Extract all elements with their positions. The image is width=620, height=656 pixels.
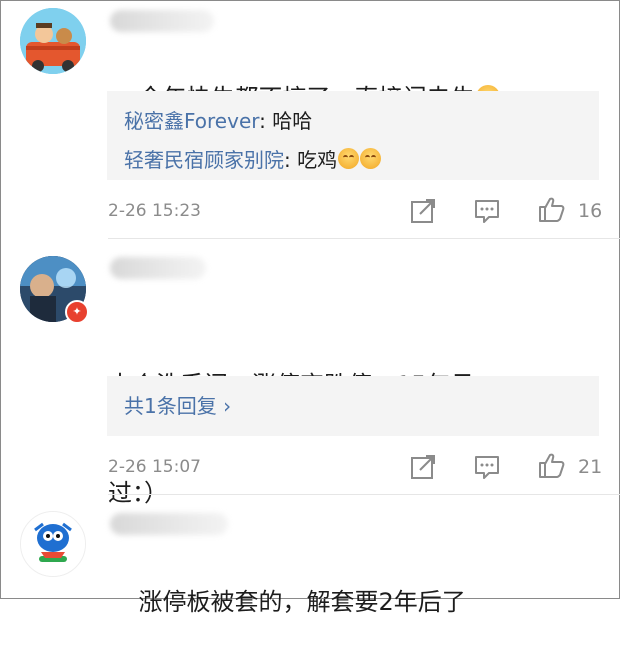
comment-text: 去个洗手间，涨停变跌停，15年见 过：） (108, 371, 475, 507)
timestamp: 2-26 15:07 (108, 457, 201, 477)
verified-badge-icon: ✦ (65, 300, 89, 324)
comment-text: 涨停板被套的，解套要2年后了 (138, 588, 466, 616)
username-blurred[interactable] (110, 257, 206, 279)
comment-icon[interactable] (473, 197, 501, 225)
view-replies-link[interactable]: 共1条回复 › (124, 392, 231, 420)
reply-item[interactable]: 轻奢民宿顾家别院: 吃鸡 (124, 146, 382, 174)
share-icon[interactable] (409, 197, 437, 225)
reply-text: : 哈哈 (259, 109, 313, 133)
like-count: 16 (578, 200, 603, 222)
reply-username[interactable]: 轻奢民宿顾家别院 (124, 148, 284, 172)
timestamp: 2-26 15:23 (108, 201, 201, 221)
avatar[interactable] (20, 8, 86, 74)
reply-box[interactable]: 秘密鑫Forever: 哈哈 轻奢民宿顾家别院: 吃鸡 (107, 91, 599, 180)
divider (108, 494, 620, 495)
thumbs-up-icon[interactable] (537, 451, 565, 479)
username-blurred[interactable] (110, 10, 214, 32)
reply-text: : 吃鸡 (284, 148, 338, 172)
like-count: 21 (578, 456, 603, 478)
reply-box[interactable]: 共1条回复 › (107, 376, 599, 436)
emoji-icon (338, 148, 360, 169)
emoji-icon (360, 148, 382, 169)
username-blurred[interactable] (110, 513, 228, 535)
reply-item[interactable]: 秘密鑫Forever: 哈哈 (124, 107, 312, 135)
comment-icon[interactable] (473, 453, 501, 481)
thumbs-up-icon[interactable] (537, 195, 565, 223)
reply-username[interactable]: 秘密鑫Forever (124, 109, 259, 133)
share-icon[interactable] (409, 453, 437, 481)
divider (108, 238, 620, 239)
avatar[interactable] (20, 511, 86, 577)
